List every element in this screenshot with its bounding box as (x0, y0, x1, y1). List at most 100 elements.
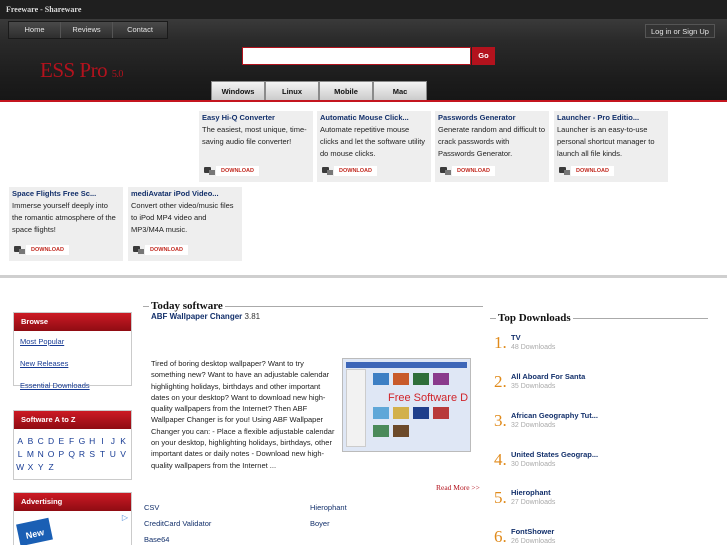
tab-linux[interactable]: Linux (265, 81, 319, 101)
download-button[interactable]: DOWNLOAD (321, 166, 377, 176)
ad-banner[interactable]: New ▷ (15, 513, 131, 545)
browse-heading: Browse (14, 313, 131, 331)
az-letter[interactable]: K (118, 435, 128, 448)
az-letter[interactable]: I (97, 435, 107, 448)
search-input[interactable] (242, 47, 471, 65)
az-letter[interactable]: T (97, 448, 107, 461)
search-go-button[interactable]: Go (472, 47, 495, 65)
featured-desc: Convert other video/music files to iPod … (131, 201, 234, 234)
featured-title[interactable]: Easy Hi-Q Converter (202, 113, 310, 123)
software-list-right: Hierophant Boyer (310, 500, 347, 532)
tab-mac[interactable]: Mac (373, 81, 427, 101)
ad-choices-icon[interactable]: ▷ (122, 513, 128, 522)
az-letter[interactable]: O (46, 448, 56, 461)
az-letter[interactable]: X (25, 461, 35, 474)
az-letter[interactable]: Q (66, 448, 76, 461)
az-letter[interactable]: A (15, 435, 25, 448)
featured-card[interactable]: Space Flights Free Sc... Immerse yoursel… (9, 187, 123, 261)
az-letter[interactable]: R (77, 448, 87, 461)
az-letter[interactable]: V (118, 448, 128, 461)
software-link[interactable]: Boyer (310, 516, 347, 532)
nav-contact[interactable]: Contact (113, 22, 167, 38)
software-screenshot[interactable]: Free Software D (342, 358, 471, 452)
featured-title[interactable]: Passwords Generator (438, 113, 546, 123)
top-downloads-heading: Top Downloads (498, 312, 571, 324)
az-letter[interactable]: M (25, 448, 35, 461)
az-letter[interactable]: L (15, 448, 25, 461)
az-letter[interactable]: N (36, 448, 46, 461)
download-count: 30 Downloads (511, 461, 556, 468)
az-letter[interactable]: D (46, 435, 56, 448)
software-link[interactable]: CSV (144, 500, 211, 516)
login-signup-link[interactable]: Log in or Sign Up (645, 24, 715, 38)
top-download-item[interactable]: 2. All Aboard For Santa 35 Downloads (494, 372, 704, 411)
top-download-item[interactable]: 3. African Geography Tut... 32 Downloads (494, 411, 704, 450)
featured-desc: The easiest, most unique, time-saving au… (202, 125, 307, 146)
nav-home[interactable]: Home (9, 22, 61, 38)
az-letter[interactable]: Z (46, 461, 56, 474)
download-button[interactable]: DOWNLOAD (132, 245, 188, 255)
featured-card[interactable]: mediAvatar iPod Video... Convert other v… (128, 187, 242, 261)
az-letter[interactable]: U (108, 448, 118, 461)
az-letter[interactable]: W (15, 461, 25, 474)
rank-number: 3. (494, 411, 507, 430)
top-download-item[interactable]: 4. United States Geograp... 30 Downloads (494, 450, 704, 489)
link-essential-downloads[interactable]: Essential Downloads (14, 375, 131, 397)
top-download-item[interactable]: 6. FontShower 26 Downloads (494, 527, 704, 545)
read-more-link[interactable]: Read More >> (436, 483, 480, 492)
software-link[interactable]: Base64 (144, 532, 211, 545)
download-button[interactable]: DOWNLOAD (203, 166, 259, 176)
wallpaper-thumb (433, 407, 449, 419)
az-letter[interactable]: Y (36, 461, 46, 474)
top-download-item[interactable]: 1. TV 48 Downloads (494, 333, 704, 372)
download-label: DOWNLOAD (452, 166, 495, 176)
download-icon (13, 246, 26, 254)
az-letter[interactable]: J (108, 435, 118, 448)
download-icon (558, 167, 571, 175)
featured-card[interactable]: Easy Hi-Q Converter The easiest, most un… (199, 111, 313, 182)
featured-title[interactable]: Launcher - Pro Editio... (557, 113, 665, 123)
az-letter[interactable]: H (87, 435, 97, 448)
today-software-title[interactable]: ABF Wallpaper Changer 3.81 (151, 312, 260, 321)
top-download-name[interactable]: African Geography Tut... (511, 411, 598, 420)
az-letter[interactable]: E (56, 435, 66, 448)
top-download-item[interactable]: 5. Hierophant 27 Downloads (494, 488, 704, 527)
featured-card[interactable]: Launcher - Pro Editio... Launcher is an … (554, 111, 668, 182)
software-list-left: CSV CreditCard Validator Base64 (144, 500, 211, 545)
featured-title[interactable]: Automatic Mouse Click... (320, 113, 428, 123)
rank-number: 1. (494, 333, 507, 352)
tab-mobile[interactable]: Mobile (319, 81, 373, 101)
software-link[interactable]: Hierophant (310, 500, 347, 516)
link-most-popular[interactable]: Most Popular (14, 331, 131, 353)
software-name[interactable]: ABF Wallpaper Changer (151, 312, 242, 321)
featured-title[interactable]: mediAvatar iPod Video... (131, 189, 239, 199)
link-new-releases[interactable]: New Releases (14, 353, 131, 375)
download-button[interactable]: DOWNLOAD (13, 245, 69, 255)
featured-title[interactable]: Space Flights Free Sc... (12, 189, 120, 199)
tab-windows[interactable]: Windows (211, 81, 265, 101)
nav-reviews[interactable]: Reviews (61, 22, 113, 38)
az-letter[interactable]: C (36, 435, 46, 448)
ad-new-badge: New (16, 517, 53, 545)
rank-number: 2. (494, 372, 507, 391)
az-letter[interactable]: B (25, 435, 35, 448)
download-label: DOWNLOAD (334, 166, 377, 176)
featured-card[interactable]: Automatic Mouse Click... Automate repeti… (317, 111, 431, 182)
az-letter[interactable]: P (56, 448, 66, 461)
download-count: 48 Downloads (511, 344, 556, 351)
az-letter[interactable]: F (66, 435, 76, 448)
top-download-name[interactable]: Hierophant (511, 488, 551, 497)
download-button[interactable]: DOWNLOAD (439, 166, 495, 176)
featured-card[interactable]: Passwords Generator Generate random and … (435, 111, 549, 182)
az-letter[interactable]: G (77, 435, 87, 448)
download-button[interactable]: DOWNLOAD (558, 166, 614, 176)
featured-desc: Immerse yourself deeply into the romanti… (12, 201, 116, 234)
top-download-name[interactable]: All Aboard For Santa (511, 372, 585, 381)
az-letter[interactable]: S (87, 448, 97, 461)
top-download-name[interactable]: United States Geograp... (511, 450, 598, 459)
site-logo[interactable]: ESS Pro 5.0 (40, 58, 123, 83)
software-link[interactable]: CreditCard Validator (144, 516, 211, 532)
top-download-name[interactable]: TV (511, 333, 521, 342)
top-download-name[interactable]: FontShower (511, 527, 554, 536)
wallpaper-thumb (393, 373, 409, 385)
